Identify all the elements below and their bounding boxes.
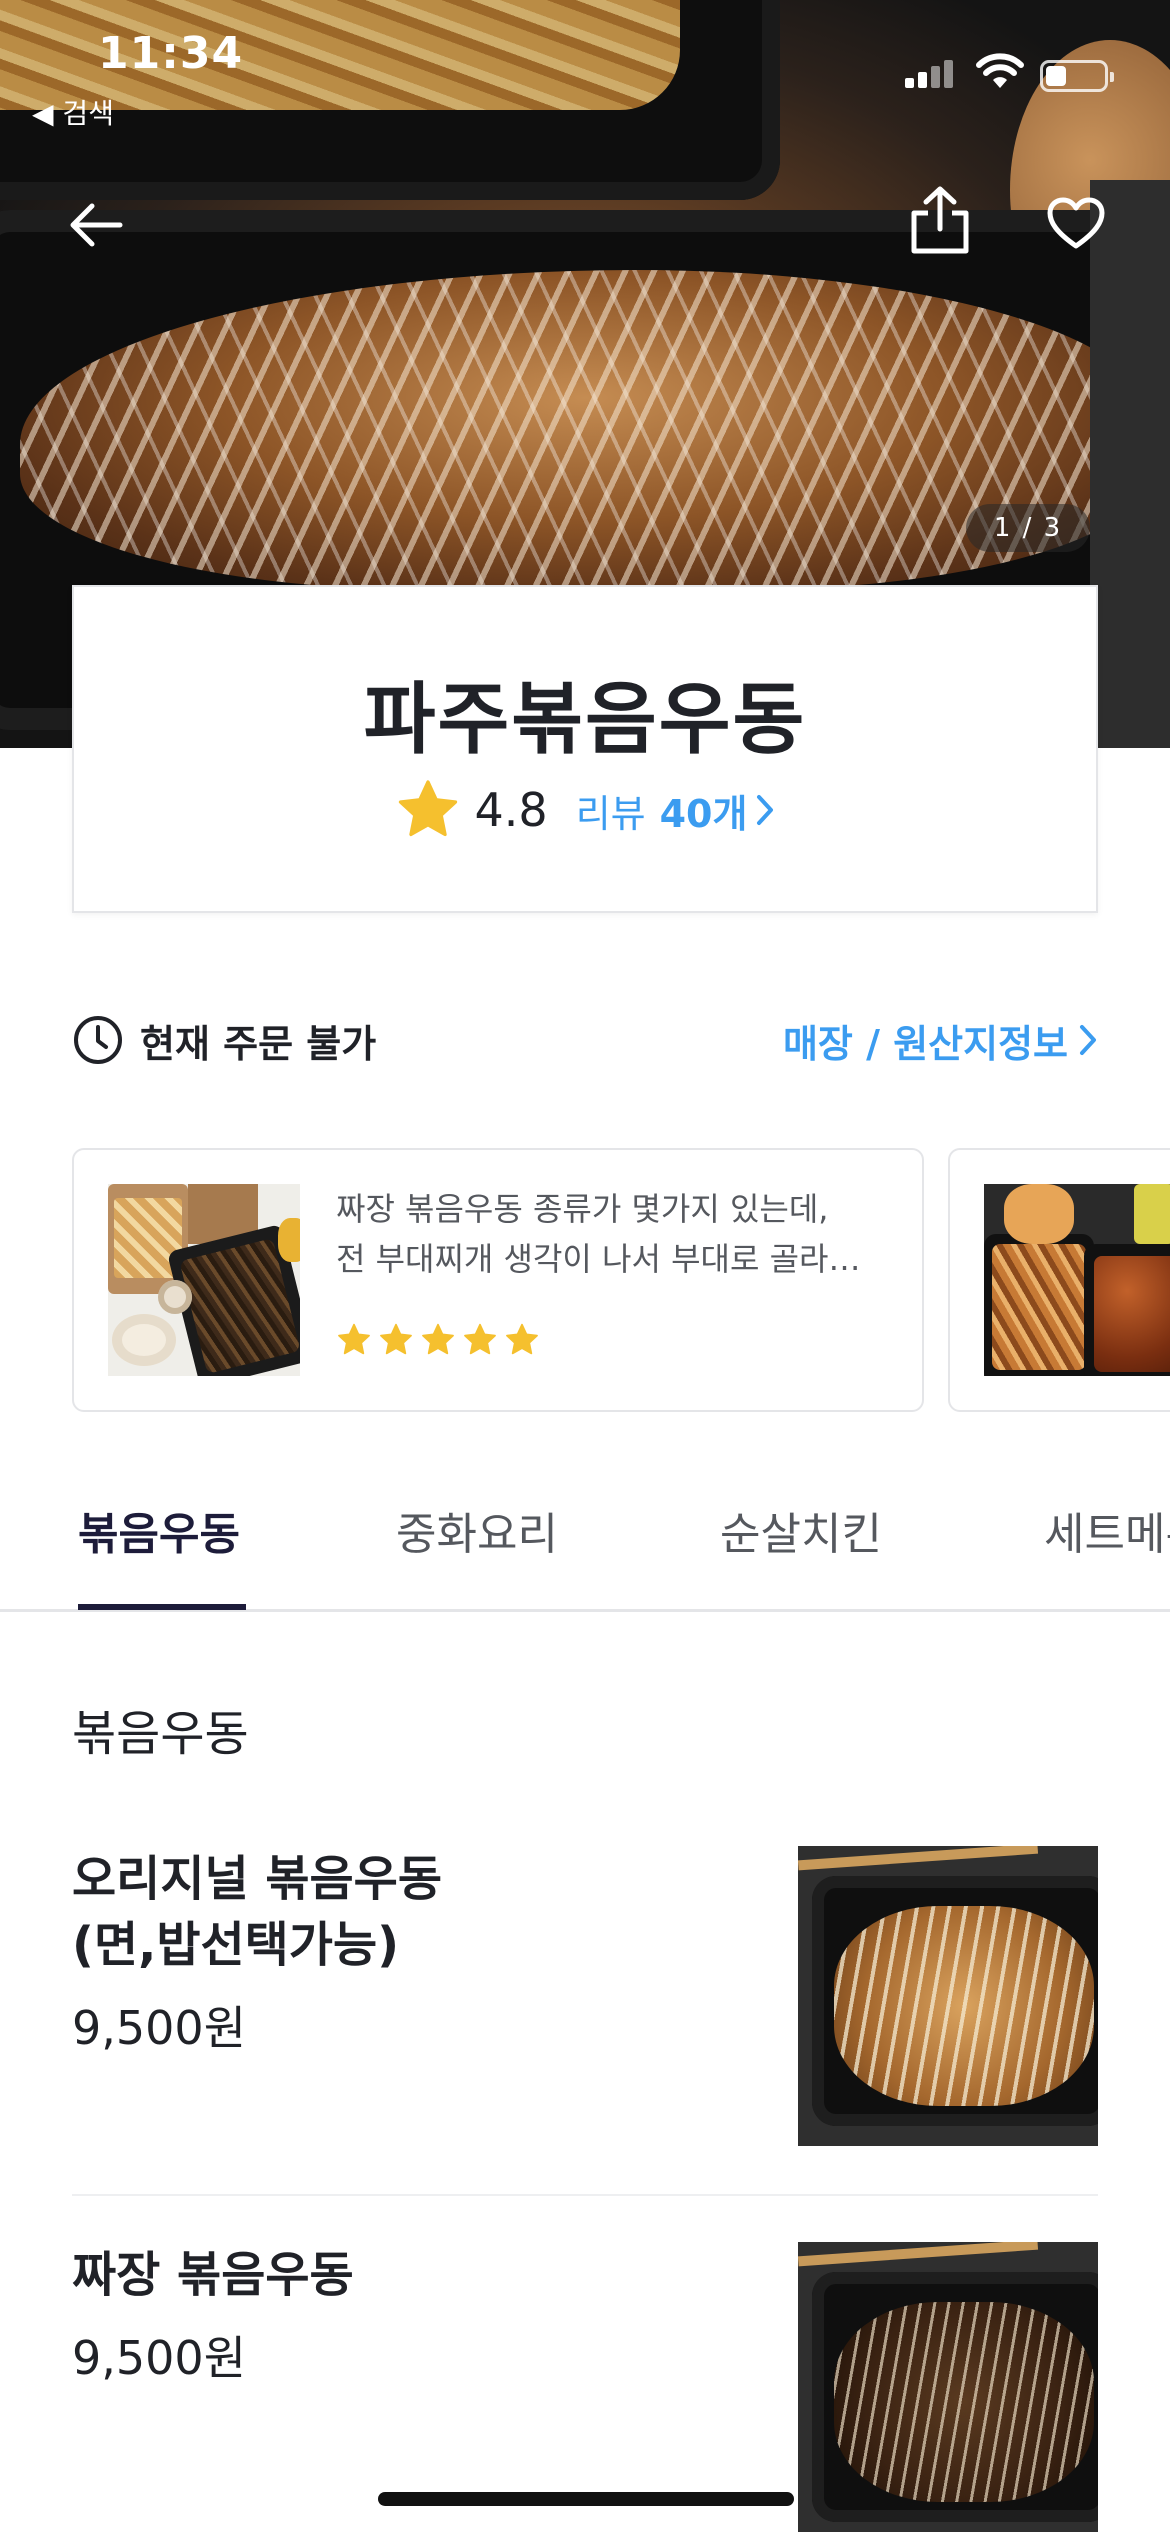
tab-active-indicator [78,1604,246,1610]
battery-level [1046,66,1066,86]
star-icon [398,780,457,837]
clock-icon [74,1016,122,1064]
back-to-app[interactable]: ◀ 검색 [32,92,114,132]
menu-item-name-line: 짜장 볶음우동 [72,2247,354,2303]
status-time: 11:34 [98,28,244,79]
store-info-label: 매장 / 원산지정보 [782,1021,1068,1066]
rating-row: 4.8 리뷰 40개 [74,777,1096,843]
review-stars [336,1322,546,1358]
shop-info-card: 파주볶음우동 4.8 리뷰 40개 [72,585,1098,913]
share-icon [911,186,969,254]
share-button[interactable] [900,180,980,260]
back-button[interactable] [56,185,136,265]
review-photo [108,1184,300,1376]
menu-item-name-line: (면,밥선택가능) [72,1917,400,1973]
store-info-link[interactable]: 매장 / 원산지정보 [783,1010,1098,1070]
menu-item-photo [798,1846,1098,2146]
star-icon [506,1323,538,1355]
star-icon [422,1323,454,1355]
review-card[interactable] [948,1148,1170,1412]
menu-section-title: 볶음우동 [72,1706,249,1762]
review-count: 40개 [659,791,748,836]
review-photo [984,1184,1170,1376]
menu-category-tabs: 볶음우동 중화요리 순살치킨 세트메뉴 [0,1480,1170,1612]
menu-item-photo [798,2242,1098,2532]
heart-icon [1047,197,1105,249]
tab-chinese-food[interactable]: 중화요리 [396,1498,558,1562]
hero-photo-background [1090,180,1170,748]
review-link[interactable]: 리뷰 40개 [576,783,776,838]
arrow-left-icon [70,203,123,247]
chevron-right-icon [757,795,774,825]
home-indicator[interactable] [378,2492,794,2506]
tab-set-menu[interactable]: 세트메뉴 [1044,1498,1170,1562]
review-card[interactable]: 짜장 볶음우동 종류가 몇가지 있는데, 전 부대찌개 생각이 나서 부대로 골… [72,1148,924,1412]
chevron-right-icon [1080,1025,1096,1055]
favorite-button[interactable] [1036,183,1116,263]
star-icon [338,1323,370,1355]
wifi-icon [975,52,1025,92]
status-bar: 11:34 ◀ 검색 [0,0,1170,130]
rating-value: 4.8 [474,783,548,837]
tab-stir-fried-udon[interactable]: 볶음우동 [78,1498,240,1562]
star-icon [380,1323,412,1355]
tab-boneless-chicken[interactable]: 순살치킨 [720,1498,882,1562]
signal-icon [905,58,955,88]
star-icon [464,1323,496,1355]
menu-item[interactable]: 짜장 볶음우동 9,500원 [72,2242,1098,2532]
menu-item-name: 짜장 볶음우동 [72,2242,732,2308]
review-label: 리뷰 [575,791,646,836]
review-text-line: 전 부대찌개 생각이 나서 부대로 골라… [336,1240,861,1278]
review-text: 짜장 볶음우동 종류가 몇가지 있는데, 전 부대찌개 생각이 나서 부대로 골… [336,1184,896,1284]
menu-item-name-line: 오리지널 볶음우동 [72,1851,442,1907]
menu-item-name: 오리지널 볶음우동 (면,밥선택가능) [72,1846,732,1978]
review-text-line: 짜장 볶음우동 종류가 몇가지 있는데, [336,1190,829,1228]
shop-name: 파주볶음우동 [363,675,807,765]
menu-item[interactable]: 오리지널 볶음우동 (면,밥선택가능) 9,500원 [72,1846,1098,2196]
image-counter: 1 / 3 [966,504,1090,552]
order-status-text: 현재 주문 불가 [140,1021,377,1066]
order-status-row: 현재 주문 불가 매장 / 원산지정보 [72,1010,1098,1070]
battery-icon [1040,60,1114,92]
